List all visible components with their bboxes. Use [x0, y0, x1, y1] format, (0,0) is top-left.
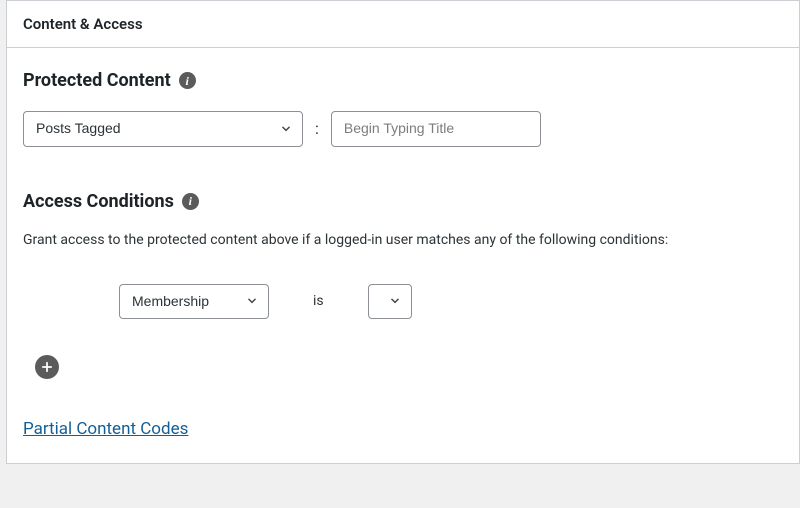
access-conditions-heading: Access Conditions i: [23, 191, 783, 212]
protected-content-heading: Protected Content i: [23, 70, 783, 91]
condition-value-select-wrap: [368, 284, 412, 320]
operator-label: is: [313, 293, 324, 309]
content-type-select[interactable]: Posts Tagged: [23, 111, 303, 147]
protected-content-title: Protected Content: [23, 70, 171, 91]
access-description: Grant access to the protected content ab…: [23, 232, 783, 248]
separator-colon: :: [315, 119, 319, 138]
info-icon[interactable]: i: [182, 193, 199, 210]
condition-type-select-wrap: Membership: [119, 284, 269, 320]
content-type-select-wrap: Posts Tagged: [23, 111, 303, 147]
content-access-panel: Content & Access Protected Content i Pos…: [6, 0, 800, 464]
condition-type-select[interactable]: Membership: [119, 284, 269, 320]
info-icon[interactable]: i: [179, 72, 196, 89]
content-title-input[interactable]: [331, 111, 541, 147]
access-conditions-title: Access Conditions: [23, 191, 174, 212]
protected-content-row: Posts Tagged :: [23, 111, 783, 147]
panel-header: Content & Access: [7, 1, 799, 48]
add-condition-button[interactable]: [35, 355, 59, 379]
condition-row: Membership is: [23, 284, 783, 320]
panel-title: Content & Access: [23, 15, 143, 33]
partial-content-codes-link[interactable]: Partial Content Codes: [23, 419, 188, 439]
condition-value-select[interactable]: [368, 284, 412, 320]
plus-icon: [40, 360, 54, 374]
